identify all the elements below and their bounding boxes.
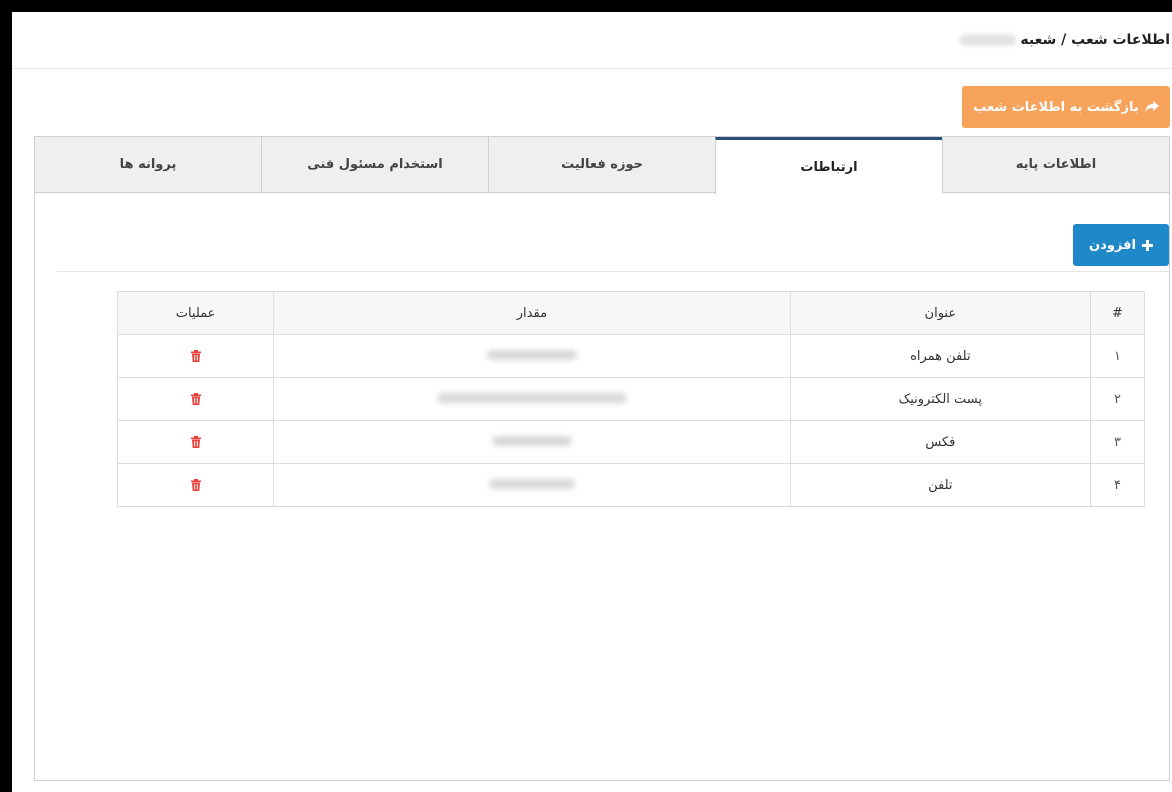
trash-icon[interactable] xyxy=(190,393,201,405)
table-row: ۴ تلفن xyxy=(116,463,1146,507)
add-button[interactable]: افزودن xyxy=(1073,224,1169,266)
reply-arrow-icon xyxy=(1144,101,1159,112)
row-value xyxy=(273,463,791,507)
row-title: تلفن همراه xyxy=(789,334,1091,378)
trash-icon[interactable] xyxy=(190,350,201,362)
redacted-branch-name xyxy=(960,34,1017,46)
toolbar: افزودن xyxy=(35,193,1169,271)
header-value: مقدار xyxy=(273,291,791,335)
back-button-label: بازگشت به اطلاعات شعب xyxy=(973,99,1139,115)
trash-icon[interactable] xyxy=(190,436,201,448)
header-num: # xyxy=(1089,291,1146,335)
tab-basic-info[interactable]: اطلاعات پایه xyxy=(942,137,1169,192)
tab-technical-manager[interactable]: استخدام مسئول فنی xyxy=(261,137,488,192)
tab-activity-scope[interactable]: حوزه فعالیت xyxy=(488,137,715,192)
contacts-table: # عنوان مقدار عملیات ۱ تلفن همراه ۲ پست … xyxy=(116,291,1146,507)
row-ops xyxy=(116,334,275,378)
tab-label: پروانه ها xyxy=(119,157,177,172)
plus-icon xyxy=(1141,239,1153,251)
row-title: تلفن xyxy=(789,463,1091,507)
page: اطلاعات شعب / شعبه بازگشت به اطلاعات شعب… xyxy=(12,12,1172,792)
back-to-branches-button[interactable]: بازگشت به اطلاعات شعب xyxy=(962,86,1170,128)
tab-label: استخدام مسئول فنی xyxy=(307,157,443,172)
tab-label: حوزه فعالیت xyxy=(561,157,643,172)
header-ops: عملیات xyxy=(116,291,275,335)
row-num: ۴ xyxy=(1089,463,1146,507)
tab-panel: اطلاعات پایه ارتباطات حوزه فعالیت استخدا… xyxy=(34,136,1170,781)
row-value xyxy=(273,377,791,421)
breadcrumb-text: اطلاعات شعب / شعبه xyxy=(1020,32,1170,48)
table-row: ۱ تلفن همراه xyxy=(116,334,1146,378)
row-ops xyxy=(116,377,275,421)
row-title: فکس xyxy=(789,420,1091,464)
add-button-label: افزودن xyxy=(1089,237,1136,253)
tab-licenses[interactable]: پروانه ها xyxy=(35,137,261,192)
row-num: ۳ xyxy=(1089,420,1146,464)
table-row: ۳ فکس xyxy=(116,420,1146,464)
row-num: ۲ xyxy=(1089,377,1146,421)
tab-label: اطلاعات پایه xyxy=(1015,157,1097,172)
redacted-value xyxy=(491,435,572,446)
divider xyxy=(57,271,1169,272)
redacted-value xyxy=(488,478,575,489)
tab-contacts[interactable]: ارتباطات xyxy=(715,137,942,194)
redacted-value xyxy=(486,349,577,360)
tab-label: ارتباطات xyxy=(800,159,858,175)
breadcrumb: اطلاعات شعب / شعبه xyxy=(960,32,1170,48)
page-header: اطلاعات شعب / شعبه xyxy=(12,12,1172,69)
row-ops xyxy=(116,420,275,464)
row-ops xyxy=(116,463,275,507)
tab-bar: اطلاعات پایه ارتباطات حوزه فعالیت استخدا… xyxy=(35,137,1169,194)
table-header-row: # عنوان مقدار عملیات xyxy=(116,291,1146,335)
row-title: پست الکترونیک xyxy=(789,377,1091,421)
row-value xyxy=(273,334,791,378)
row-num: ۱ xyxy=(1089,334,1146,378)
row-value xyxy=(273,420,791,464)
trash-icon[interactable] xyxy=(190,479,201,491)
redacted-value xyxy=(436,392,627,403)
table-row: ۲ پست الکترونیک xyxy=(116,377,1146,421)
header-title: عنوان xyxy=(789,291,1091,335)
